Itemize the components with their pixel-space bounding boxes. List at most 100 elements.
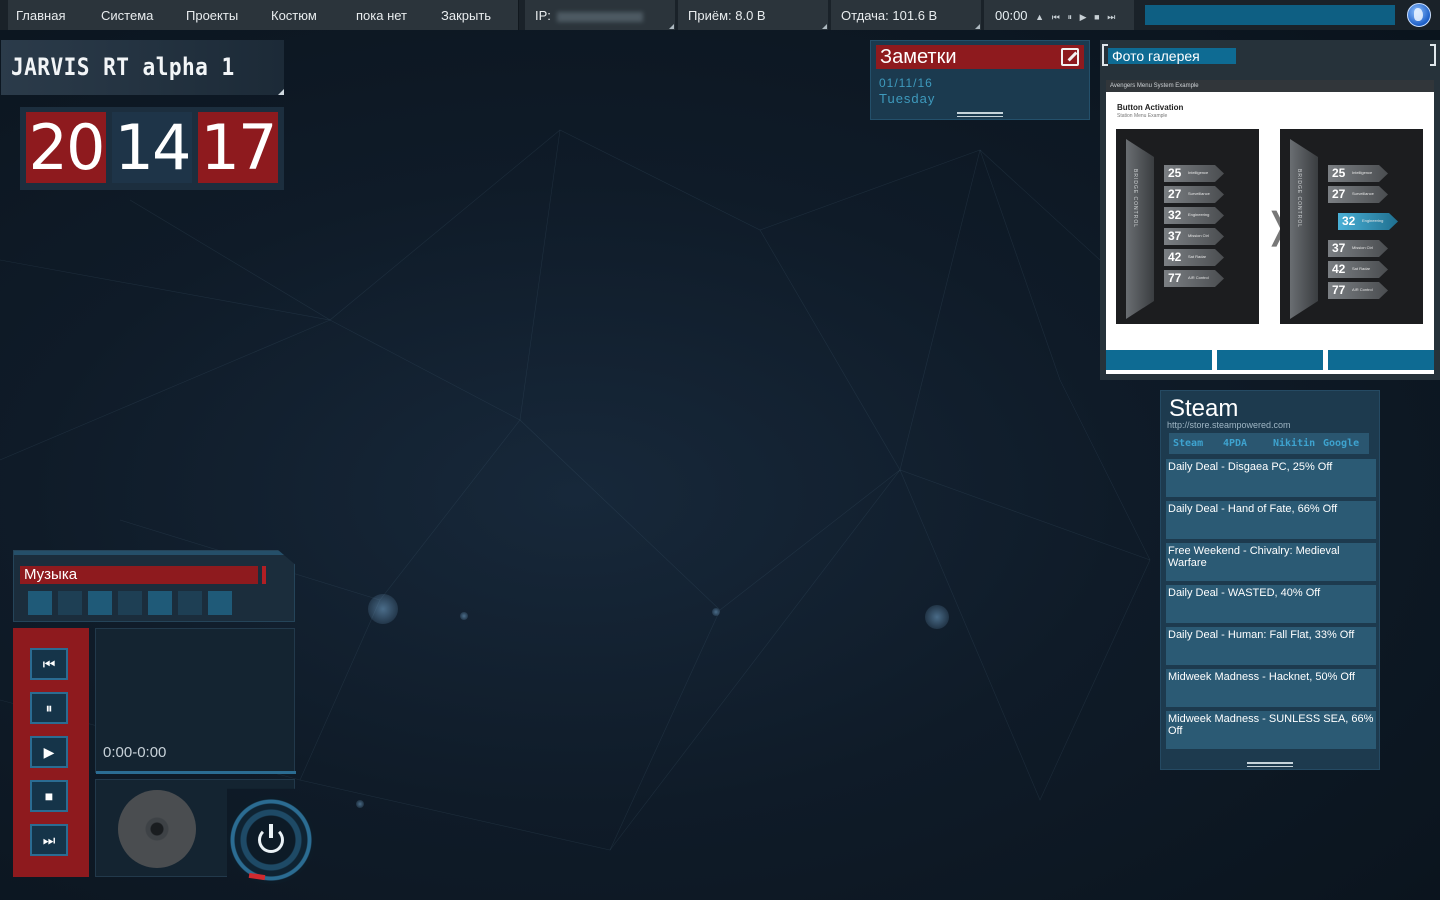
feed-item[interactable]: Daily Deal - Disgaea PC, 25% Off: [1166, 459, 1376, 497]
gallery-photo[interactable]: Avengers Menu System Example Button Acti…: [1106, 80, 1434, 374]
photo-gallery-widget: Фото галерея Avengers Menu System Exampl…: [1100, 40, 1440, 380]
photo-chip: 42 Sat Radar: [1164, 249, 1224, 266]
progress-bar[interactable]: [96, 771, 296, 774]
menu-not-yet[interactable]: пока нет: [348, 0, 434, 30]
equalizer-slot[interactable]: [88, 591, 112, 615]
receive-display: Приём: 8.0 B: [678, 0, 828, 30]
play-icon[interactable]: ▶: [1080, 12, 1087, 22]
music-tab-line: [14, 551, 295, 555]
app-title: JARVIS RT alpha 1: [11, 53, 235, 81]
photo-chip-active: 32 Engineering: [1338, 213, 1398, 230]
equalizer-slot[interactable]: [208, 591, 232, 615]
search-input[interactable]: [1145, 5, 1395, 25]
photo-chip: 32 Engineering: [1164, 207, 1224, 224]
steam-tabs: Steam 4PDA Nikitin Google: [1169, 433, 1369, 454]
resize-handle[interactable]: [957, 112, 1003, 117]
photo-pillar-text: BRIDGE CONTROL: [1296, 169, 1302, 229]
menu-system[interactable]: Система: [93, 0, 179, 30]
gallery-button-open[interactable]: [1217, 350, 1323, 370]
photo-chip: 27 Surveillance: [1328, 186, 1388, 203]
clock: 20 14 17: [20, 107, 284, 190]
clock-minutes: 14: [112, 112, 192, 183]
player-controls: ⏮ ⏸ ▶ ■ ⏭: [13, 628, 89, 877]
feed-item[interactable]: Daily Deal - Human: Fall Flat, 33% Off: [1166, 627, 1376, 665]
notes-widget: Заметки 01/11/16 Tuesday: [870, 40, 1090, 120]
corner-marker: [278, 89, 284, 95]
resize-handle[interactable]: [1247, 762, 1293, 767]
eject-icon[interactable]: ▲: [1035, 12, 1044, 22]
feed-item[interactable]: Free Weekend - Chivalry: Medieval Warfar…: [1166, 543, 1376, 581]
photo-chip: 25 Intelligence: [1164, 165, 1224, 182]
background-glow: [368, 594, 398, 624]
ip-display: IP:: [525, 0, 675, 30]
photo-pillar-text: BRIDGE CONTROL: [1132, 169, 1138, 229]
photo-chip: 77 AIR Control: [1328, 282, 1388, 299]
pause-icon[interactable]: ⏸: [1067, 12, 1072, 22]
equalizer-slot[interactable]: [178, 591, 202, 615]
steam-url[interactable]: http://store.steampowered.com: [1167, 420, 1291, 430]
steam-widget: Steam http://store.steampowered.com Stea…: [1160, 390, 1380, 770]
send-text: Отдача: 101.6 B: [841, 8, 938, 23]
equalizer-slot[interactable]: [118, 591, 142, 615]
photo-chip: 42 Sat Radar: [1328, 261, 1388, 278]
tab-google[interactable]: Google: [1319, 433, 1369, 454]
tab-steam[interactable]: Steam: [1169, 433, 1219, 454]
background-glow: [712, 608, 720, 616]
background-glow: [925, 605, 949, 629]
feed-item[interactable]: Midweek Madness - Hacknet, 50% Off: [1166, 669, 1376, 707]
menu-close[interactable]: Закрыть: [433, 0, 519, 30]
tab-nikitin[interactable]: Nikitin: [1269, 433, 1319, 454]
background-glow: [460, 612, 468, 620]
photo-chip: 37 Mission Ctrl: [1328, 240, 1388, 257]
music-widget: Музыка: [13, 550, 295, 622]
clock-seconds: 17: [198, 112, 278, 183]
power-ring-indicator: [248, 872, 266, 881]
ip-label: IP:: [535, 8, 551, 23]
pause-icon[interactable]: ⏸: [30, 692, 68, 724]
corner-marker: [975, 24, 980, 29]
mini-player: 00:00 ▲ ⏮ ⏸ ▶ ■ ⏭: [984, 0, 1134, 30]
notes-title: Заметки: [880, 46, 957, 68]
play-icon[interactable]: ▶: [30, 736, 68, 768]
steam-title: Steam: [1169, 395, 1239, 422]
equalizer-slot[interactable]: [28, 591, 52, 615]
skip-next-icon[interactable]: ⏭: [1107, 12, 1115, 22]
receive-text: Приём: 8.0 B: [688, 8, 766, 23]
power-button[interactable]: [227, 796, 315, 884]
equalizer-slot[interactable]: [58, 591, 82, 615]
photo-chip: 77 AIR Control: [1164, 270, 1224, 287]
gallery-title: Фото галерея: [1108, 48, 1236, 64]
photo-pillar: [1126, 139, 1154, 319]
feed-item[interactable]: Midweek Madness - SUNLESS SEA, 66% Off: [1166, 711, 1376, 749]
music-flag: [262, 566, 266, 584]
skip-previous-icon[interactable]: ⏮: [1052, 12, 1060, 22]
menu-home[interactable]: Главная: [8, 0, 94, 30]
skip-previous-icon[interactable]: ⏮: [30, 648, 68, 680]
app-title-panel: JARVIS RT alpha 1: [1, 40, 284, 95]
disc-icon: [118, 790, 196, 868]
gallery-button-next[interactable]: [1328, 350, 1434, 370]
menu-projects[interactable]: Проекты: [178, 0, 264, 30]
feed-item[interactable]: Daily Deal - Hand of Fate, 66% Off: [1166, 501, 1376, 539]
equalizer-slot[interactable]: [148, 591, 172, 615]
top-bar: Главная Система Проекты Костюм пока нет …: [0, 0, 1440, 30]
skip-next-icon[interactable]: ⏭: [30, 824, 68, 856]
photo-pillar: [1290, 139, 1318, 319]
corner-marker: [822, 24, 827, 29]
mini-player-time: 00:00: [995, 8, 1028, 23]
gallery-button-previous[interactable]: [1106, 350, 1212, 370]
stop-icon[interactable]: ■: [1094, 12, 1099, 22]
edit-icon[interactable]: [1061, 48, 1079, 66]
globe-icon[interactable]: [1407, 3, 1431, 27]
feed-item[interactable]: Daily Deal - WASTED, 40% Off: [1166, 585, 1376, 623]
photo-screen-right: BRIDGE CONTROL 25 Intelligence 27 Surveill…: [1280, 129, 1423, 324]
stop-icon[interactable]: ■: [30, 780, 68, 812]
menu-suit[interactable]: Костюм: [263, 0, 349, 30]
photo-chip: 37 Mission Ctrl: [1164, 228, 1224, 245]
notes-day: Tuesday: [879, 91, 936, 106]
player-display: 0:00-0:00: [95, 628, 296, 774]
photo-header: Avengers Menu System Example: [1106, 80, 1434, 92]
tab-4pda[interactable]: 4PDA: [1219, 433, 1269, 454]
clock-hours: 20: [26, 112, 106, 183]
notes-header: Заметки: [876, 45, 1084, 69]
